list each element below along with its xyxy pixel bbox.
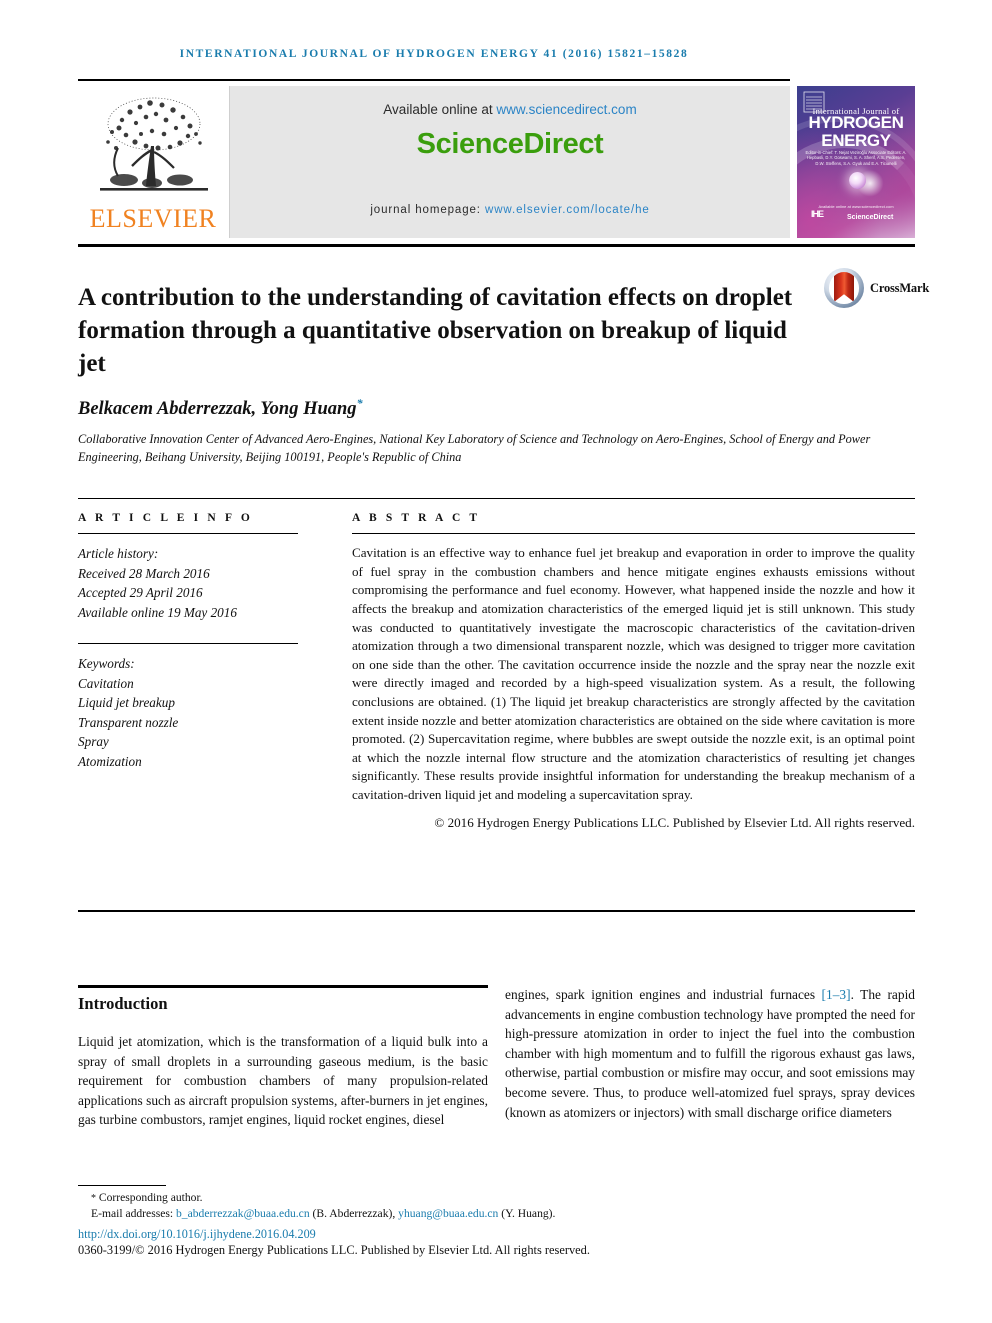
sciencedirect-box: Available online at www.sciencedirect.co…	[230, 86, 790, 238]
paper-page: International Journal of Hydrogen Energy…	[0, 0, 992, 1323]
available-online-prefix: Available online at	[383, 102, 497, 117]
journal-cover-thumbnail[interactable]: International Journal of HYDROGEN ENERGY…	[797, 86, 915, 238]
intro-right-pre: engines, spark ignition engines and indu…	[505, 987, 822, 1002]
corresponding-author-note: * Corresponding author.	[78, 1190, 778, 1206]
elsevier-tree-icon	[100, 97, 208, 191]
cover-title-energy: ENERGY	[821, 131, 891, 150]
body-column-left: Introduction Liquid jet atomization, whi…	[78, 994, 488, 1130]
running-head: International Journal of Hydrogen Energy…	[179, 48, 689, 60]
crossmark-circle-icon	[824, 268, 864, 308]
crossmark-label: CrossMark	[870, 281, 930, 295]
elsevier-logo-box: ELSEVIER	[78, 86, 230, 238]
history-available-online: Available online 19 May 2016	[78, 604, 237, 620]
keywords-block: Keywords: Cavitation Liquid jet breakup …	[78, 654, 298, 771]
cover-editors: Editor-in-Chief: T. Nejat Veziroğlu Asso…	[805, 150, 907, 166]
article-history-block: Article history: Received 28 March 2016 …	[78, 544, 298, 622]
footnote-block: * Corresponding author. E-mail addresses…	[78, 1190, 778, 1221]
cover-ihe-mark: IHE	[810, 209, 824, 219]
doi-link[interactable]: http://dx.doi.org/10.1016/j.ijhydene.201…	[78, 1227, 316, 1242]
introduction-paragraph-right: engines, spark ignition engines and indu…	[505, 985, 915, 1122]
email-2-owner: (Y. Huang).	[498, 1207, 556, 1221]
body-column-right: engines, spark ignition engines and indu…	[505, 985, 915, 1122]
abstract-column: A B S T R A C T Cavitation is an effecti…	[352, 512, 915, 832]
journal-homepage-link[interactable]: www.elsevier.com/locate/he	[485, 204, 650, 216]
article-info-divider	[78, 533, 298, 535]
email-link-abderrezzak[interactable]: b_abderrezzak@buaa.edu.cn	[176, 1207, 310, 1220]
history-received: Received 28 March 2016	[78, 565, 210, 581]
intro-right-post: . The rapid advancements in engine combu…	[505, 987, 915, 1120]
cover-title-hydrogen: HYDROGEN	[808, 113, 904, 132]
article-info-heading: A R T I C L E I N F O	[78, 512, 253, 524]
corresponding-author-marker[interactable]: *	[357, 396, 363, 410]
issn-copyright-line: 0360-3199/© 2016 Hydrogen Energy Publica…	[78, 1243, 590, 1257]
crossmark-badge[interactable]: CrossMark	[824, 268, 929, 310]
keyword-item: Liquid jet breakup	[78, 695, 175, 711]
page-title: A contribution to the understanding of c…	[78, 283, 793, 377]
cover-sciencedirect-mark: ScienceDirect	[847, 214, 894, 221]
info-section-rule	[78, 498, 915, 500]
introduction-paragraph-left: Liquid jet atomization, which is the tra…	[78, 1034, 488, 1128]
corresponding-author-label: Corresponding author.	[96, 1191, 203, 1204]
footnote-rule	[78, 1185, 166, 1186]
abstract-divider	[352, 533, 915, 535]
introduction-rule	[78, 985, 488, 988]
keyword-item: Atomization	[78, 753, 142, 769]
citation-ref-1-3[interactable]: [1–3]	[822, 987, 851, 1002]
author-list: Belkacem Abderrezzak, Yong Huang*	[78, 396, 778, 420]
sciencedirect-link[interactable]: www.sciencedirect.com	[496, 102, 636, 117]
header-bottom-rule	[78, 244, 915, 247]
abstract-heading: A B S T R A C T	[352, 512, 481, 524]
abstract-bottom-rule	[78, 910, 915, 912]
abstract-text: Cavitation is an effective way to enhanc…	[352, 545, 915, 802]
affiliation: Collaborative Innovation Center of Advan…	[78, 432, 871, 464]
introduction-heading: Introduction	[78, 994, 168, 1013]
abstract-copyright: © 2016 Hydrogen Energy Publications LLC.…	[434, 814, 915, 830]
journal-homepage-line: journal homepage: www.elsevier.com/locat…	[230, 204, 790, 216]
crossmark-bookmark-icon	[834, 272, 854, 302]
journal-header-band: ELSEVIER Available online at www.science…	[78, 86, 790, 238]
history-accepted: Accepted 29 April 2016	[78, 585, 203, 601]
keywords-label: Keywords:	[78, 656, 135, 672]
author-names: Belkacem Abderrezzak, Yong Huang	[78, 399, 357, 420]
elsevier-wordmark: ELSEVIER	[89, 204, 217, 233]
email-addresses-line: E-mail addresses: b_abderrezzak@buaa.edu…	[78, 1206, 778, 1221]
email-link-huang[interactable]: yhuang@buaa.edu.cn	[398, 1207, 498, 1220]
keyword-item: Spray	[78, 734, 109, 750]
journal-homepage-prefix: journal homepage:	[370, 204, 485, 216]
available-online-line: Available online at www.sciencedirect.co…	[230, 102, 790, 117]
keyword-item: Cavitation	[78, 675, 134, 691]
crossmark-inner	[829, 272, 859, 304]
article-info-column: A R T I C L E I N F O Article history: R…	[78, 512, 298, 771]
cover-sphere-graphic	[849, 172, 866, 189]
email-label: E-mail addresses:	[91, 1207, 176, 1221]
sciencedirect-logo: ScienceDirect	[416, 128, 604, 160]
email-1-owner: (B. Abderrezzak),	[309, 1207, 399, 1221]
keyword-item: Transparent nozzle	[78, 714, 179, 730]
history-label: Article history:	[78, 546, 159, 562]
header-top-rule	[78, 79, 790, 81]
keywords-divider	[78, 643, 298, 645]
